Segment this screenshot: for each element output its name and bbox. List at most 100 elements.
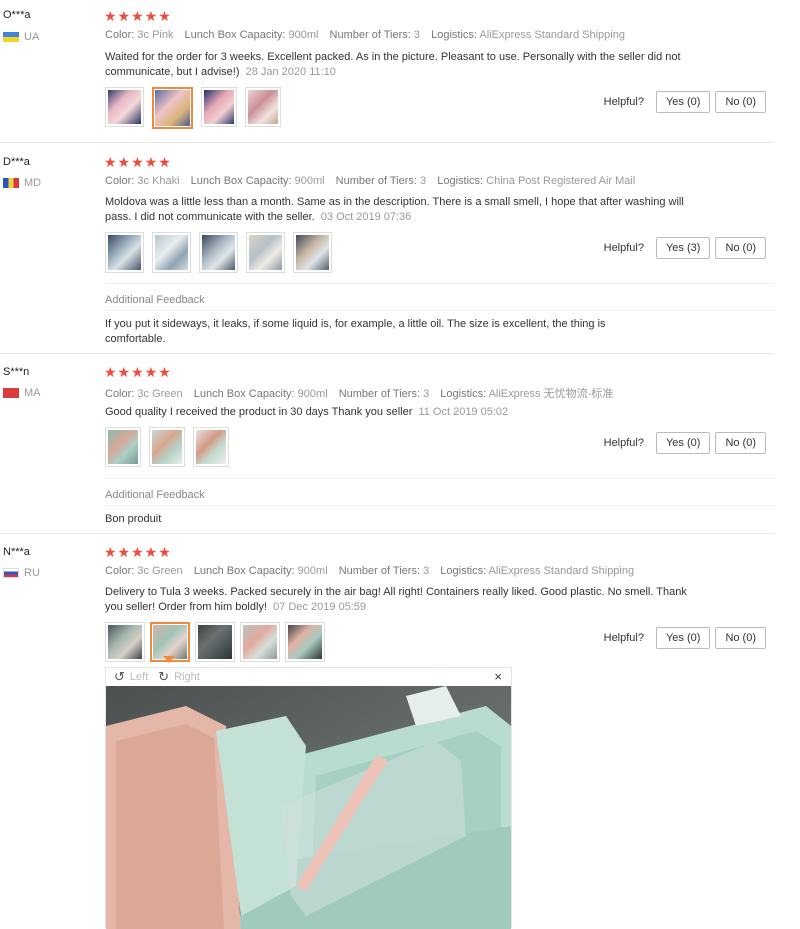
review-photo-thumb[interactable]: [152, 232, 191, 273]
reviewer-name: N***a: [3, 546, 30, 558]
divider: [105, 283, 774, 284]
attr-value: 3: [423, 565, 430, 577]
attr-label: Logistics:: [440, 565, 487, 577]
review-photo-thumb[interactable]: [152, 87, 193, 129]
review-photo-thumb[interactable]: [105, 232, 144, 273]
divider: [105, 478, 774, 479]
helpful-label: Helpful?: [603, 242, 644, 254]
divider: [105, 310, 774, 311]
helpful-yes-button[interactable]: Yes (0): [655, 91, 711, 113]
attr-label: Lunch Box Capacity:: [184, 29, 286, 41]
review-photo-thumb[interactable]: [199, 232, 238, 273]
attr-value: 3: [420, 175, 427, 187]
attr-label: Lunch Box Capacity:: [193, 565, 295, 577]
review-photo-thumb[interactable]: [105, 622, 145, 662]
reviewer-country: UA: [3, 31, 39, 43]
attr-label: Lunch Box Capacity:: [193, 388, 295, 400]
reviewer-name: O***a: [3, 9, 31, 21]
helpful-label: Helpful?: [603, 632, 644, 644]
helpful-no-button[interactable]: No (0): [715, 627, 766, 649]
review-body: Delivery to Tula 3 weeks. Packed securel…: [105, 586, 687, 613]
review-item: O***a UA ★★★★★ Color: 3c Pink Lunch Box …: [0, 0, 774, 143]
review-photos: [105, 427, 229, 467]
flag-icon: [3, 32, 19, 42]
attr-value: 900ml: [297, 565, 328, 577]
attr-value: AliExpress Standard Shipping: [479, 29, 625, 41]
attr-label: Number of Tiers:: [329, 29, 411, 41]
helpful-no-button[interactable]: No (0): [715, 91, 766, 113]
lunch-box-photo: [106, 686, 511, 929]
review-date: 03 Oct 2019 07:36: [320, 211, 412, 223]
attr-value: China Post Registered Air Mail: [486, 175, 636, 187]
review-body: Good quality I received the product in 3…: [105, 406, 413, 418]
attr-label: Logistics:: [431, 29, 477, 41]
rotate-right-icon[interactable]: ↻: [158, 669, 169, 685]
review-photo-thumb[interactable]: [149, 427, 185, 467]
review-photo-thumb[interactable]: [285, 622, 325, 662]
reviewer-name: D***a: [3, 156, 30, 168]
review-text: Good quality I received the product in 3…: [105, 405, 705, 420]
review-photo-thumb[interactable]: [105, 427, 141, 467]
attr-label: Number of Tiers:: [335, 175, 417, 187]
photo-viewer: ↺ Left ↻ Right ×: [105, 667, 512, 929]
additional-feedback-text: Bon produit: [105, 513, 162, 525]
flag-icon: [3, 178, 19, 188]
review-date: 11 Oct 2019 05:02: [418, 406, 509, 418]
helpful-vote: Helpful? Yes (0) No (0): [604, 91, 766, 113]
attr-value: 3c Green: [137, 565, 183, 577]
review-text: Moldova was a little less than a month. …: [105, 195, 705, 225]
review-photo-thumb[interactable]: [201, 87, 237, 127]
rotate-left-icon[interactable]: ↺: [114, 669, 125, 685]
sku-attributes: Color: 3c Pink Lunch Box Capacity: 900ml…: [105, 29, 625, 41]
star-rating: ★★★★★: [104, 364, 172, 380]
helpful-label: Helpful?: [603, 96, 644, 108]
helpful-vote: Helpful? Yes (0) No (0): [604, 627, 766, 649]
helpful-vote: Helpful? Yes (3) No (0): [604, 237, 766, 259]
review-photo-thumb[interactable]: [105, 87, 144, 127]
review-body: Waited for the order for 3 weeks. Excell…: [105, 51, 681, 78]
review-date: 07 Dec 2019 05:59: [273, 601, 367, 613]
helpful-label: Helpful?: [603, 437, 644, 449]
country-code: UA: [24, 31, 40, 43]
review-date: 28 Jan 2020 11:10: [245, 66, 336, 78]
flag-icon: [3, 388, 19, 398]
close-icon[interactable]: ×: [494, 669, 502, 684]
attr-label: Number of Tiers:: [338, 388, 421, 400]
helpful-yes-button[interactable]: Yes (0): [655, 432, 711, 454]
helpful-no-button[interactable]: No (0): [715, 237, 766, 259]
review-photo-thumb[interactable]: [195, 622, 235, 662]
reviewer-country: MA: [3, 387, 41, 399]
review-item: S***n MA ★★★★★ Color: 3c Green Lunch Box…: [0, 353, 774, 534]
review-photo-thumb[interactable]: [246, 232, 285, 273]
review-photo-thumb[interactable]: [245, 87, 281, 127]
star-rating: ★★★★★: [104, 544, 172, 560]
attr-label: Number of Tiers:: [338, 565, 421, 577]
review-photo-thumb[interactable]: [240, 622, 280, 662]
additional-feedback-title: Additional Feedback: [105, 294, 205, 306]
rotate-left-label[interactable]: Left: [130, 671, 148, 683]
attr-label: Logistics:: [440, 388, 487, 400]
helpful-yes-button[interactable]: Yes (0): [655, 627, 711, 649]
review-text: Waited for the order for 3 weeks. Excell…: [105, 50, 705, 80]
review-photo-thumb[interactable]: [293, 232, 332, 273]
selected-photo-caret: [163, 656, 175, 663]
country-code: MA: [24, 387, 41, 399]
attr-value: 3: [413, 29, 421, 41]
attr-label: Color:: [105, 388, 135, 400]
attr-value: 900ml: [297, 388, 328, 400]
attr-value: 900ml: [294, 175, 325, 187]
review-text: Delivery to Tula 3 weeks. Packed securel…: [105, 585, 705, 615]
review-photo-thumb[interactable]: [193, 427, 229, 467]
attr-value: 3c Khaki: [137, 175, 180, 187]
photo-viewer-toolbar: ↺ Left ↻ Right ×: [106, 668, 511, 686]
country-code: RU: [24, 567, 40, 579]
review-photos: [105, 232, 332, 273]
country-code: MD: [24, 177, 42, 189]
review-item: D***a MD ★★★★★ Color: 3c Khaki Lunch Box…: [0, 142, 774, 354]
review-photos: [105, 622, 325, 662]
rotate-right-label[interactable]: Right: [174, 671, 200, 683]
attr-label: Color:: [105, 29, 135, 41]
attr-value: AliExpress 无忧物流-标准: [488, 388, 614, 400]
helpful-yes-button[interactable]: Yes (3): [655, 237, 711, 259]
helpful-no-button[interactable]: No (0): [715, 432, 766, 454]
